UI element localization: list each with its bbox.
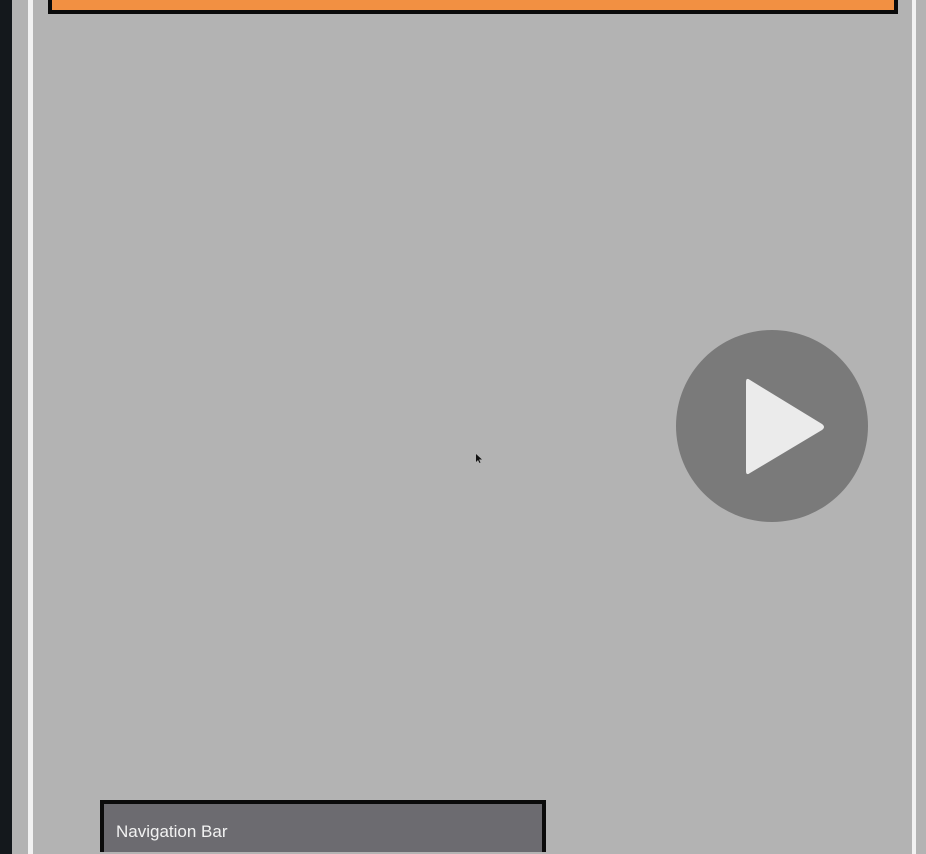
navigation-bar[interactable]: Navigation Bar <box>100 800 546 852</box>
left-edge-strip <box>0 0 12 854</box>
frame-border-left <box>28 0 33 854</box>
play-icon <box>746 378 824 475</box>
top-banner <box>48 0 898 14</box>
frame-border-right <box>912 0 916 854</box>
navigation-bar-label: Navigation Bar <box>116 822 228 841</box>
play-button[interactable] <box>676 330 868 522</box>
